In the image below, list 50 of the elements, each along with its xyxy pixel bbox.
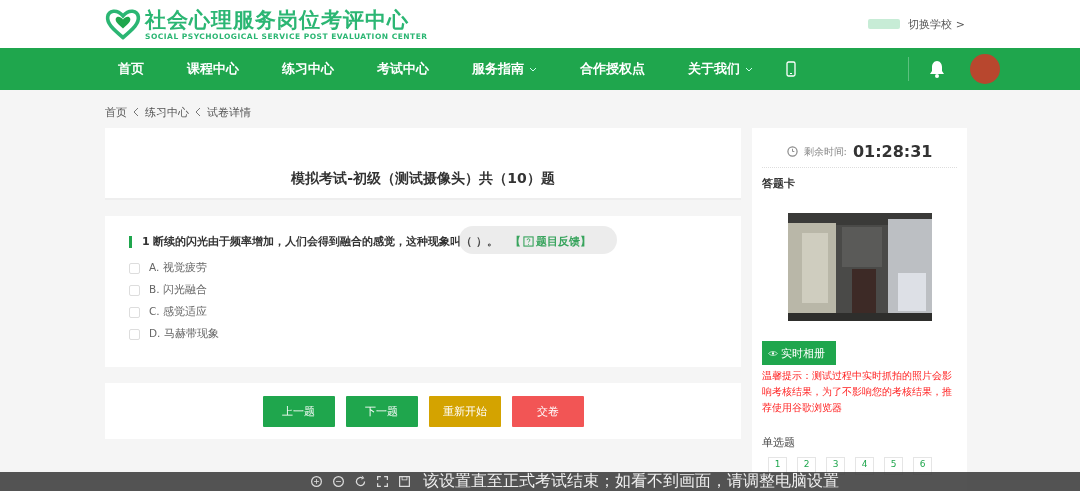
- timer-label: 剩余时间:: [803, 144, 847, 159]
- action-button[interactable]: 交卷: [511, 395, 584, 427]
- question-text: 1 断续的闪光由于频率增加，人们会得到融合的感觉，这种现象叫（ ）。: [142, 234, 499, 249]
- question-mark-icon: [523, 236, 535, 247]
- option-label: C. 感觉适应: [149, 305, 207, 319]
- checkbox[interactable]: [129, 306, 140, 318]
- nav-item[interactable]: 合作授权点: [580, 60, 645, 78]
- feedback-link[interactable]: 【 题目反馈】: [510, 234, 592, 249]
- logo-title: 社会心理服务岗位考评中心: [145, 7, 410, 32]
- mobile-icon[interactable]: [786, 61, 796, 77]
- school-name-blur: [868, 19, 901, 29]
- nav-item[interactable]: 关于我们: [688, 60, 753, 78]
- section-title: 单选题: [762, 436, 796, 450]
- breadcrumb-item[interactable]: 试卷详情: [207, 104, 251, 120]
- option-label: A. 视觉疲劳: [149, 261, 207, 275]
- breadcrumb-item[interactable]: 练习中心: [145, 104, 189, 120]
- nav-item[interactable]: 课程中心: [187, 60, 239, 78]
- nav-item[interactable]: 首页: [118, 60, 144, 78]
- clock-icon: [786, 146, 798, 157]
- exam-title: 模拟考试-初级（测试摄像头）共（10）题: [291, 170, 555, 188]
- timer-value: 01:28:31: [852, 142, 933, 161]
- chevron-down-icon: [745, 66, 753, 72]
- heart-logo-icon: [105, 8, 141, 40]
- nav-item[interactable]: 考试中心: [377, 60, 429, 78]
- answer-card-title: 答题卡: [762, 176, 796, 191]
- fullscreen-icon[interactable]: [376, 475, 389, 488]
- action-button[interactable]: 上一题: [262, 395, 335, 427]
- chevron-icon: [133, 107, 139, 117]
- action-button[interactable]: 重新开始: [428, 395, 501, 427]
- save-icon[interactable]: [398, 475, 411, 488]
- option-label: B. 闪光融合: [149, 283, 207, 297]
- option-label: D. 马赫带现象: [149, 327, 219, 341]
- checkbox[interactable]: [129, 262, 140, 274]
- chevron-icon: [195, 107, 201, 117]
- nav-item[interactable]: 练习中心: [282, 60, 334, 78]
- warning-text: 温馨提示：测试过程中实时抓拍的照片会影响考核结果，为了不影响您的考核结果，推荐使用谷歌浏览器: [762, 369, 953, 415]
- zoom-out-icon[interactable]: [332, 475, 345, 488]
- breadcrumb-item[interactable]: 首页: [105, 104, 127, 120]
- action-button[interactable]: 下一题: [345, 395, 418, 427]
- eye-icon: [768, 349, 778, 357]
- zoom-in-icon[interactable]: [310, 475, 323, 488]
- checkbox[interactable]: [129, 328, 140, 340]
- rotate-icon[interactable]: [354, 475, 367, 488]
- album-button[interactable]: 实时相册: [762, 341, 836, 365]
- switch-school-link[interactable]: 切换学校 >: [908, 16, 965, 32]
- bell-icon[interactable]: [929, 60, 945, 78]
- nav-item[interactable]: 服务指南: [472, 60, 537, 78]
- chevron-down-icon: [529, 66, 537, 72]
- avatar[interactable]: [970, 54, 1000, 84]
- checkbox[interactable]: [129, 284, 140, 296]
